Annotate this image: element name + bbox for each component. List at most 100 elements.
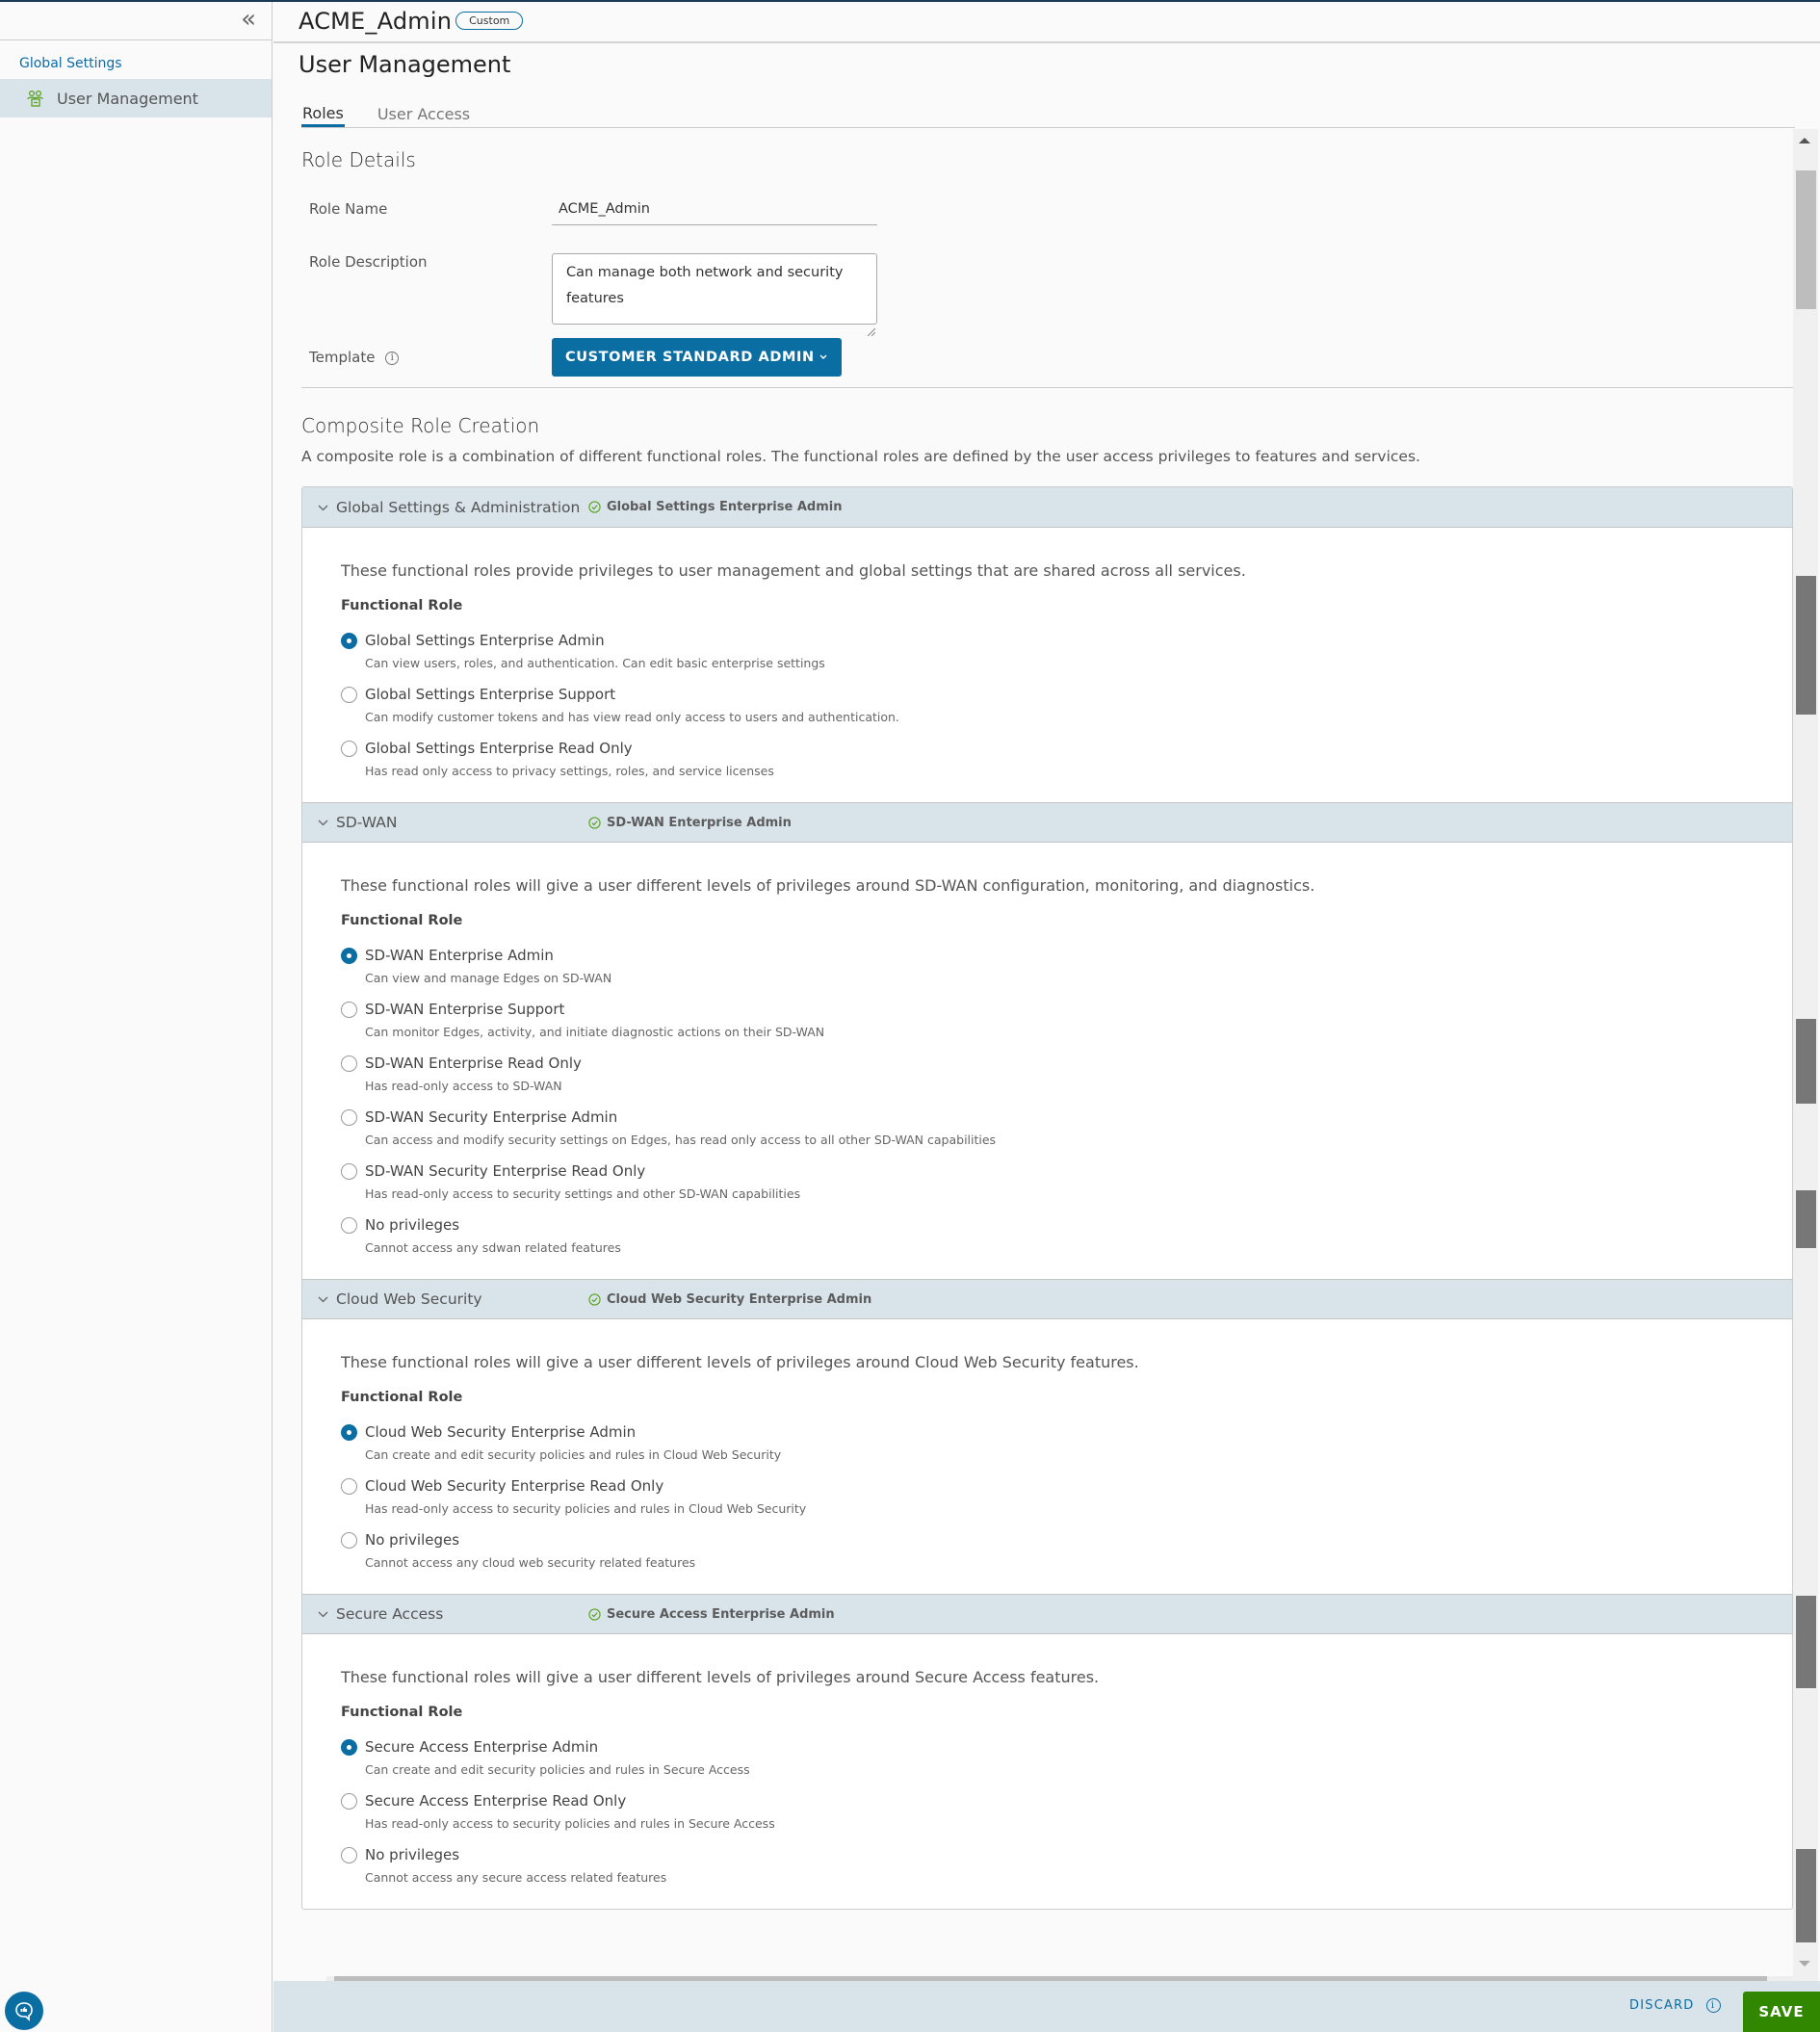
accordion-title: Global Settings & Administration [336,498,581,516]
role-option: SD-WAN Enterprise Read Only Has read-only… [341,1052,1792,1106]
accordion-header[interactable]: Secure Access Secure Access Enterprise Ad… [302,1594,1792,1634]
feedback-button[interactable] [5,1992,43,2030]
role-option-description: Cannot access any cloud web security rel… [365,1555,696,1570]
composite-role-description: A composite role is a combination of dif… [301,448,1420,465]
scrollbar-track-segment[interactable] [1796,1019,1816,1104]
role-radio[interactable] [341,947,357,964]
check-circle-icon [588,1607,601,1621]
role-radio-row[interactable]: SD-WAN Enterprise Admin [341,944,1792,967]
role-option-description: Can access and modify security settings … [365,1133,997,1147]
save-button[interactable]: SAVE [1743,1992,1820,2032]
section-intro: These functional roles will give a user … [341,1668,1100,1686]
role-option-label: Global Settings Enterprise Read Only [365,740,633,757]
functional-role-label: Functional Role [341,1705,463,1720]
role-radio[interactable] [341,632,357,649]
sidebar-section-global-settings[interactable]: Global Settings [0,40,272,79]
accordion-body: These functional roles will give a user … [302,1634,1792,1909]
check-circle-icon [588,1292,601,1306]
role-option-label: Global Settings Enterprise Admin [365,632,605,649]
accordion-header[interactable]: Global Settings & Administration Global S… [302,487,1792,528]
vertical-scrollbar[interactable] [1793,129,1818,1981]
role-radio[interactable] [341,1531,357,1549]
role-radio[interactable] [341,1423,357,1441]
role-radio-row[interactable]: No privileges [341,1843,1792,1866]
info-icon[interactable]: i [1705,1998,1721,2013]
top-border [0,0,1820,2]
accordion-body: These functional roles will give a user … [302,1319,1792,1594]
role-radio-row[interactable]: No privileges [341,1213,1792,1237]
sidebar-collapse-row: « [0,0,272,40]
role-radio-row[interactable]: Global Settings Enterprise Support [341,683,1792,706]
scrollbar-track-segment[interactable] [1796,576,1816,715]
functional-role-accordion: Global Settings & Administration Global S… [301,486,1793,1910]
role-radio-row[interactable]: SD-WAN Security Enterprise Admin [341,1106,1792,1129]
role-option-description: Can view and manage Edges on SD-WAN [365,971,612,985]
role-radio[interactable] [341,1792,357,1810]
role-option-description: Can create and edit security policies an… [365,1447,782,1462]
scrollbar-thumb[interactable] [1796,170,1816,309]
role-radio[interactable] [341,1162,357,1180]
discard-button[interactable]: DISCARD i [1629,1998,1721,2013]
chevron-down-icon [819,354,827,359]
role-radio-row[interactable]: SD-WAN Security Enterprise Read Only [341,1159,1792,1183]
sidebar-item-user-management[interactable]: User Management [0,79,272,117]
role-radio[interactable] [341,1001,357,1018]
accordion-title: SD-WAN [336,814,398,831]
role-option-label: No privileges [365,1846,460,1863]
role-radio-row[interactable]: Cloud Web Security Enterprise Read Only [341,1474,1792,1498]
accordion-header[interactable]: Cloud Web Security Cloud Web Security Ent… [302,1279,1792,1319]
role-radio-row[interactable]: Cloud Web Security Enterprise Admin [341,1420,1792,1444]
accordion-header[interactable]: SD-WAN SD-WAN Enterprise Admin [302,802,1792,843]
role-radio[interactable] [341,1108,357,1126]
tab-user-access[interactable]: User Access [377,105,471,127]
role-radio-row[interactable]: Global Settings Enterprise Admin [341,629,1792,652]
role-radio[interactable] [341,1846,357,1863]
role-option: SD-WAN Enterprise Admin Can view and mana… [341,944,1792,998]
sidebar-item-label: User Management [57,89,198,108]
scrollbar-track-segment[interactable] [1796,1849,1816,1942]
role-name-row: Role Name [301,198,1793,253]
scroll-up-arrow-icon[interactable] [1799,138,1810,143]
role-radio-row[interactable]: No privileges [341,1528,1792,1551]
scrollbar-track-segment[interactable] [1796,1190,1816,1248]
feedback-chat-icon [15,2002,33,2021]
role-radio-row[interactable]: SD-WAN Enterprise Support [341,998,1792,1021]
selected-role-status: SD-WAN Enterprise Admin [588,816,792,830]
content-scroll-area: Role Details Role Name Role Description … [273,129,1820,1981]
role-option: No privileges Cannot access any sdwan rel… [341,1213,1792,1267]
resize-grip-icon[interactable] [866,326,875,336]
section-intro: These functional roles provide privilege… [341,561,1246,580]
role-option: Secure Access Enterprise Admin Can create… [341,1735,1792,1789]
role-name-input[interactable] [552,198,877,225]
role-radio-row[interactable]: Secure Access Enterprise Admin [341,1735,1792,1758]
role-radio[interactable] [341,1055,357,1072]
info-icon[interactable]: i [385,351,400,365]
role-radio[interactable] [341,1738,357,1756]
role-option-description: Has read-only access to security policie… [365,1501,807,1516]
role-description-input[interactable] [552,253,877,325]
double-chevron-left-icon[interactable]: « [241,6,256,33]
role-radio[interactable] [341,1477,357,1495]
functional-role-label: Functional Role [341,913,463,928]
role-option: Cloud Web Security Enterprise Admin Can c… [341,1420,1792,1474]
template-row: Template i CUSTOMER STANDARD ADMIN [301,338,1793,377]
role-radio[interactable] [341,740,357,757]
role-radio-row[interactable]: Secure Access Enterprise Read Only [341,1789,1792,1812]
role-radio[interactable] [341,1216,357,1234]
role-option-label: No privileges [365,1216,460,1234]
page-title: User Management [299,51,511,78]
divider [301,387,1793,388]
template-dropdown[interactable]: CUSTOMER STANDARD ADMIN [552,338,842,377]
role-radio-row[interactable]: Global Settings Enterprise Read Only [341,737,1792,760]
role-option: SD-WAN Security Enterprise Read Only Has … [341,1159,1792,1213]
role-option-label: No privileges [365,1531,460,1549]
selected-role-status: Cloud Web Security Enterprise Admin [588,1292,871,1307]
tab-roles[interactable]: Roles [301,104,345,127]
role-radio-row[interactable]: SD-WAN Enterprise Read Only [341,1052,1792,1075]
selected-role-label: Global Settings Enterprise Admin [607,500,843,514]
role-option-label: Secure Access Enterprise Admin [365,1738,599,1756]
custom-badge: Custom [455,12,524,30]
scrollbar-track-segment[interactable] [1796,1596,1816,1688]
role-radio[interactable] [341,686,357,703]
scroll-down-arrow-icon[interactable] [1799,1961,1810,1967]
